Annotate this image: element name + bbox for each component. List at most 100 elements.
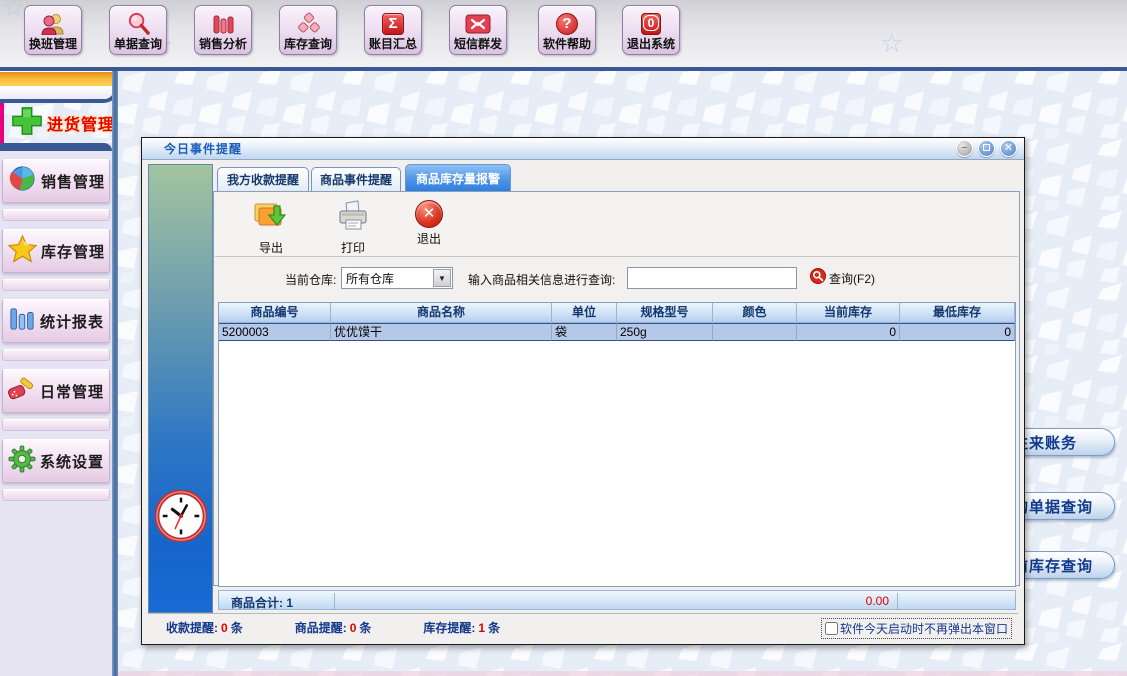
stock-reminder-count: 库存提醒:1条 — [423, 619, 500, 636]
sms-broadcast-button[interactable]: 短信群发 — [449, 5, 507, 55]
toolbar-button-label: 库存查询 — [284, 37, 332, 51]
sidebar-separator — [2, 419, 110, 431]
tab-label: 商品事件提醒 — [320, 171, 392, 188]
cell-min-stock: 0 — [900, 323, 1015, 341]
people-icon — [40, 10, 66, 37]
dialog-content: 我方收款提醒 商品事件提醒 商品库存量报警 导出 — [213, 164, 1020, 613]
warehouse-select-value: 所有仓库 — [346, 270, 394, 287]
tab-label: 我方收款提醒 — [227, 171, 299, 188]
column-header[interactable]: 最低库存 — [900, 303, 1015, 323]
account-summary-button[interactable]: Σ 账目汇总 — [364, 5, 422, 55]
column-header[interactable]: 商品编号 — [219, 303, 331, 323]
search-label: 输入商品相关信息进行查询: — [468, 271, 615, 288]
query-label: 查询(F2) — [829, 270, 875, 287]
tab-stock-alert[interactable]: 商品库存量报警 — [405, 164, 511, 191]
envelope-icon — [465, 10, 491, 37]
tab-product-event-reminder[interactable]: 商品事件提醒 — [311, 167, 401, 191]
warehouse-select[interactable]: 所有仓库 ▼ — [341, 267, 453, 289]
stock-alert-table: 商品编号 商品名称 单位 规格型号 颜色 当前库存 最低库存 5200003 优… — [218, 302, 1016, 587]
sidebar-item-statistics-reports[interactable]: 统计报表 — [2, 299, 110, 343]
document-query-button[interactable]: 单据查询 — [109, 5, 167, 55]
toolbar-button-label: 短信群发 — [454, 37, 502, 51]
inventory-query-button[interactable]: 库存查询 — [279, 5, 337, 55]
sidebar-separator — [2, 279, 110, 291]
clock-icon — [155, 490, 207, 547]
green-plus-icon — [10, 105, 44, 142]
footer-separator — [334, 593, 335, 609]
cell-current-stock: 0 — [797, 323, 900, 341]
bottom-pink-strip — [118, 671, 1127, 676]
column-header[interactable]: 商品名称 — [331, 303, 552, 323]
column-header[interactable]: 单位 — [552, 303, 617, 323]
cell-product-name: 优优馍干 — [331, 323, 552, 341]
sigma-icon: Σ — [382, 10, 404, 37]
sidebar-item-daily-management[interactable]: 日常管理 — [2, 369, 110, 413]
sidebar-top-cap — [0, 143, 112, 151]
sidebar-item-label: 日常管理 — [40, 381, 104, 402]
sidebar-item-system-settings[interactable]: 系统设置 — [2, 439, 110, 483]
toolbar-button-label: 销售分析 — [199, 37, 247, 51]
pill-label: 前库存查询 — [1013, 555, 1093, 576]
sidebar-item-label: 系统设置 — [40, 451, 104, 472]
dont-show-again-checkbox[interactable]: 软件今天启动时不再弹出本窗口 — [821, 618, 1012, 639]
chevron-down-icon[interactable]: ▼ — [433, 269, 451, 287]
dialog-today-events: 今日事件提醒 − ✕ 我方收款提醒 商品事件提醒 商品库存量报警 — [141, 137, 1025, 645]
sidebar-item-stock-management[interactable]: 库存管理 — [2, 229, 110, 273]
column-header[interactable]: 颜色 — [713, 303, 797, 323]
sidebar-separator — [2, 489, 110, 501]
print-button[interactable]: 打印 — [327, 200, 379, 256]
product-reminder-count: 商品提醒:0条 — [295, 619, 372, 636]
sidebar-item-label: 库存管理 — [41, 241, 105, 262]
checkbox-label: 软件今天启动时不再弹出本窗口 — [840, 620, 1008, 637]
column-header[interactable]: 当前库存 — [797, 303, 900, 323]
warehouse-label: 当前仓库: — [285, 271, 336, 288]
pill-label: 购单据查询 — [1013, 496, 1093, 517]
power-icon: 0 — [641, 10, 661, 37]
close-button[interactable]: ✕ — [1000, 140, 1017, 157]
amount-value: 0.00 — [866, 594, 889, 608]
dialog-title-bar[interactable]: 今日事件提醒 − ✕ — [142, 138, 1024, 160]
exit-system-button[interactable]: 0 退出系统 — [622, 5, 680, 55]
exit-icon: ✕ — [415, 200, 443, 228]
sidebar-item-sales-management[interactable]: 销售管理 — [2, 159, 110, 203]
sidebar-right-border — [112, 71, 118, 676]
dialog-status-bar: 收款提醒:0条 商品提醒:0条 库存提醒:1条 软件今天启动时不再弹出本窗口 — [148, 613, 1018, 640]
export-icon — [253, 200, 289, 237]
tool-label: 退出 — [417, 230, 441, 247]
table-header-row: 商品编号 商品名称 单位 规格型号 颜色 当前库存 最低库存 — [219, 303, 1015, 323]
software-help-button[interactable]: ? 软件帮助 — [538, 5, 596, 55]
maximize-button[interactable] — [978, 140, 995, 157]
cell-spec: 250g — [617, 323, 713, 341]
bar-chart-icon — [211, 10, 235, 37]
tab-panel: 导出 打印 ✕ 退出 当前仓库: — [213, 191, 1020, 586]
sidebar-item-purchase-management[interactable]: 进货管理 — [0, 103, 118, 143]
orange-bar — [0, 71, 114, 86]
toolbar-button-label: 账目汇总 — [369, 37, 417, 51]
shift-management-button[interactable]: 换班管理 — [24, 5, 82, 55]
gear-icon — [8, 445, 36, 478]
sales-analysis-button[interactable]: 销售分析 — [194, 5, 252, 55]
tab-payment-reminder[interactable]: 我方收款提醒 — [217, 167, 309, 191]
star-decoration: ☆ — [2, 0, 25, 23]
app-window: ☆ ☆ ☆ ☆ 换班管理 单据查询 销售分析 库存查询 — [0, 0, 1127, 676]
lavender-bar — [0, 86, 114, 103]
payment-reminder-count: 收款提醒:0条 — [166, 619, 243, 636]
tool-label: 打印 — [341, 239, 365, 256]
filter-row: 当前仓库: 所有仓库 ▼ 输入商品相关信息进行查询: 查询(F2) — [214, 258, 1021, 298]
print-icon — [337, 200, 369, 237]
query-icon — [810, 268, 826, 289]
sidebar-item-label: 统计报表 — [40, 311, 104, 332]
exit-button[interactable]: ✕ 退出 — [403, 200, 455, 247]
table-row[interactable]: 5200003 优优馍干 袋 250g 0 0 — [219, 323, 1015, 341]
column-header[interactable]: 规格型号 — [617, 303, 713, 323]
sidebar-item-label: 进货管理 — [47, 111, 115, 135]
minimize-button[interactable]: − — [956, 140, 973, 157]
query-button[interactable]: 查询(F2) — [810, 268, 875, 289]
product-search-input[interactable] — [627, 267, 797, 289]
export-button[interactable]: 导出 — [245, 200, 297, 256]
checkbox-input[interactable] — [825, 622, 838, 635]
cell-product-code: 5200003 — [219, 323, 331, 341]
pie-chart-icon — [8, 164, 37, 198]
magenta-stripe — [0, 103, 4, 143]
toolbar-button-label: 退出系统 — [627, 37, 675, 51]
